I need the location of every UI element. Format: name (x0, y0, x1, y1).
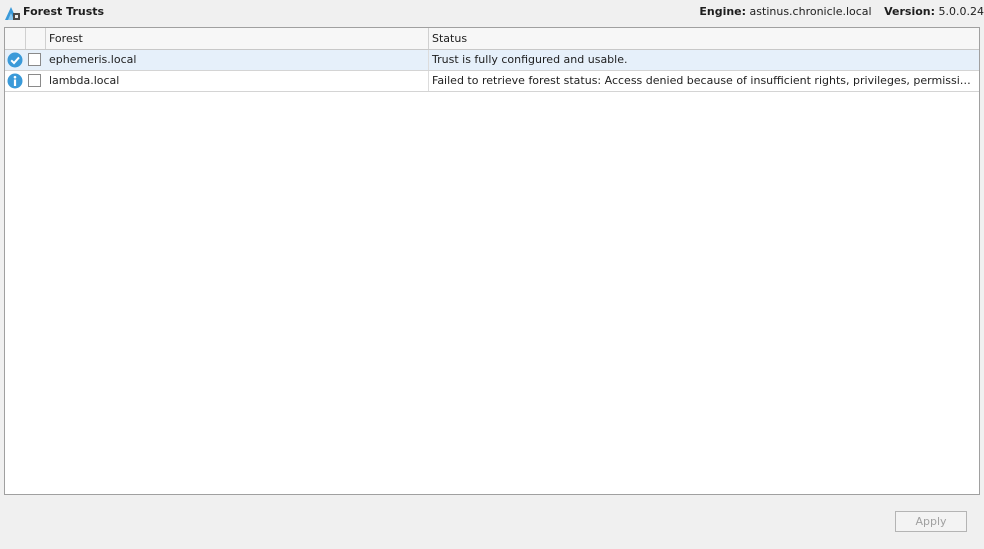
table-row[interactable]: lambda.local Failed to retrieve forest s… (5, 71, 979, 92)
header-status[interactable]: Status (429, 28, 979, 49)
header-check-column (26, 28, 46, 49)
engine-info: Engine: astinus.chronicle.local Version:… (699, 5, 984, 18)
title-bar: Forest Trusts Engine: astinus.chronicle.… (0, 0, 984, 26)
table-row[interactable]: ephemeris.local Trust is fully configure… (5, 50, 979, 71)
status-cell: Failed to retrieve forest status: Access… (432, 74, 979, 87)
header-forest[interactable]: Forest (46, 28, 429, 49)
forest-trust-icon (5, 7, 20, 20)
info-circle-icon (7, 73, 23, 89)
check-circle-icon (7, 52, 23, 68)
header-icon-column (5, 28, 26, 49)
row-checkbox[interactable] (28, 74, 41, 87)
forest-cell: lambda.local (46, 71, 429, 91)
engine-label: Engine: (699, 5, 747, 18)
page-title: Forest Trusts (23, 5, 105, 18)
version-label: Version: (884, 5, 936, 18)
forest-trusts-grid: Forest Status ephemeris.local Trust is f… (4, 27, 980, 495)
row-checkbox[interactable] (28, 53, 41, 66)
apply-button[interactable]: Apply (895, 511, 967, 532)
forest-cell: ephemeris.local (46, 50, 429, 70)
status-cell: Trust is fully configured and usable. (432, 53, 628, 66)
version-value: 5.0.0.24 (938, 5, 984, 18)
grid-header: Forest Status (5, 28, 979, 50)
engine-value: astinus.chronicle.local (749, 5, 872, 18)
